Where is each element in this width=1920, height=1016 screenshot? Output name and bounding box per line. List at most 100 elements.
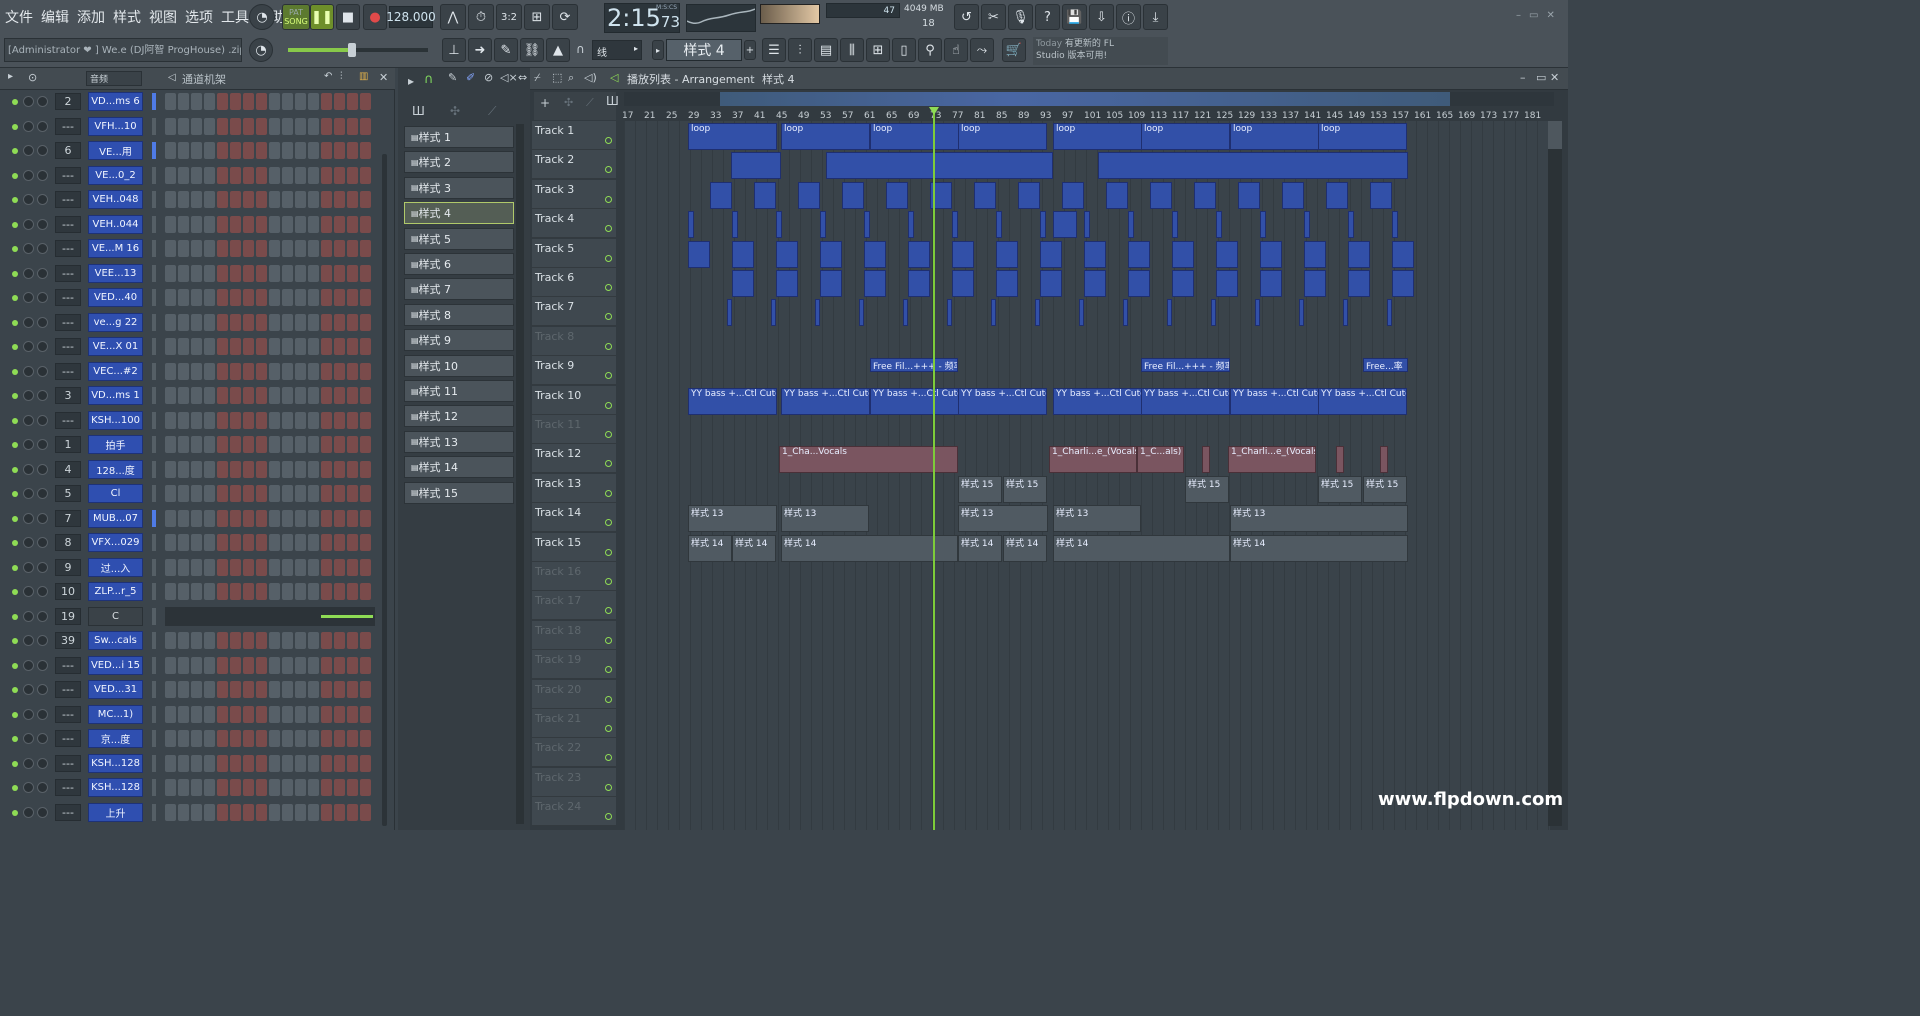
step-button[interactable] (334, 362, 345, 380)
step-button[interactable] (347, 730, 358, 747)
step-button[interactable] (204, 632, 215, 649)
step-button[interactable] (204, 411, 215, 429)
step-button[interactable] (256, 558, 267, 576)
step-button[interactable] (256, 730, 267, 747)
channel-led-icon[interactable] (12, 270, 18, 277)
audio-mode-icon[interactable]: ✣ (450, 104, 460, 118)
channel-led-icon[interactable] (12, 123, 18, 130)
step-button[interactable] (217, 754, 228, 772)
playlist-clip[interactable] (1392, 270, 1414, 297)
step-button[interactable] (269, 436, 280, 453)
step-button[interactable] (230, 191, 241, 208)
step-button[interactable] (191, 387, 202, 404)
playlist-clip[interactable] (908, 211, 914, 239)
step-button[interactable] (282, 558, 293, 576)
channel-name-button[interactable]: VEC...#2 (88, 361, 143, 381)
step-button[interactable] (230, 338, 241, 355)
stamp-button[interactable]: ▲ (546, 38, 570, 62)
step-button[interactable] (269, 583, 280, 600)
playlist-clip[interactable] (1040, 240, 1062, 268)
step-button[interactable] (243, 411, 254, 429)
step-button[interactable] (191, 485, 202, 502)
volume-knob[interactable] (37, 194, 48, 205)
channel-led-icon[interactable] (12, 172, 18, 179)
step-button[interactable] (243, 93, 254, 110)
step-button[interactable] (191, 289, 202, 306)
volume-knob[interactable] (37, 512, 48, 524)
step-button[interactable] (217, 215, 228, 233)
step-button[interactable] (308, 387, 319, 404)
step-button[interactable] (256, 681, 267, 698)
track-header[interactable]: Track 8 (532, 326, 616, 356)
channel-name-button[interactable]: VED...i 15 (88, 655, 143, 675)
undo-icon[interactable]: ↶ (324, 71, 332, 82)
step-button[interactable] (178, 730, 189, 747)
playlist-clip[interactable] (1255, 299, 1260, 327)
pan-knob[interactable] (23, 757, 34, 769)
step-button[interactable] (178, 362, 189, 380)
channel-mixer-track[interactable]: --- (55, 705, 81, 723)
step-button[interactable] (204, 754, 215, 772)
channel-name-button[interactable]: VED...40 (88, 288, 143, 307)
step-button[interactable] (334, 730, 345, 747)
step-button[interactable] (360, 583, 371, 600)
step-button[interactable] (217, 558, 228, 576)
channel-select-indicator[interactable] (152, 460, 156, 478)
pan-knob[interactable] (23, 365, 34, 377)
step-button[interactable] (230, 387, 241, 404)
link-button[interactable]: ⛓ (520, 38, 544, 62)
pattern-item[interactable]: ▤ 样式 12 (404, 405, 514, 428)
step-button[interactable] (217, 191, 228, 208)
volume-knob[interactable] (37, 488, 48, 499)
step-button[interactable] (204, 509, 215, 527)
master-slider[interactable] (288, 43, 428, 57)
channel-select-indicator[interactable] (152, 656, 156, 674)
channel-select-indicator[interactable] (152, 705, 156, 723)
record-audio-button[interactable]: 🎙 (1008, 4, 1033, 30)
step-button[interactable] (321, 142, 332, 159)
step-button[interactable] (178, 166, 189, 184)
close-icon[interactable]: ✕ (1546, 10, 1554, 21)
delete-icon[interactable]: ⊘ (484, 71, 493, 84)
step-button[interactable] (256, 705, 267, 723)
maximize-icon[interactable]: ▭ (1529, 10, 1538, 21)
step-button[interactable] (269, 681, 280, 698)
step-button[interactable] (295, 656, 306, 674)
pan-knob[interactable] (23, 512, 34, 524)
menu-edit[interactable]: 编辑 (40, 6, 70, 28)
channel-mixer-track[interactable]: 10 (55, 583, 81, 600)
playlist-clip[interactable] (820, 270, 842, 297)
step-button[interactable] (230, 583, 241, 600)
step-button[interactable] (347, 534, 358, 551)
channel-led-icon[interactable] (12, 393, 18, 399)
step-button[interactable] (347, 362, 358, 380)
playlist-clip[interactable] (771, 299, 776, 327)
step-button[interactable] (360, 681, 371, 698)
step-button[interactable] (178, 460, 189, 478)
step-button[interactable] (204, 656, 215, 674)
playback-icon[interactable]: ◁) (584, 71, 597, 84)
track-mute-led-icon[interactable] (605, 578, 612, 585)
channel-name-button[interactable]: MC...1) (88, 704, 143, 724)
volume-knob[interactable] (37, 292, 48, 303)
step-button[interactable] (334, 583, 345, 600)
playlist-clip[interactable]: loop (870, 123, 959, 150)
track-mute-led-icon[interactable] (605, 166, 612, 174)
playlist-clip[interactable] (1211, 299, 1216, 327)
step-button[interactable] (204, 803, 215, 821)
playlist-clip[interactable] (732, 211, 738, 239)
store-button[interactable]: 🛒 (1002, 38, 1026, 62)
step-button[interactable] (178, 264, 189, 282)
playlist-clip[interactable]: 样式 15 (1003, 475, 1047, 503)
step-button[interactable] (165, 289, 176, 306)
step-button[interactable] (256, 485, 267, 502)
playlist-clip[interactable]: YY bass +...Ctl Cutoff (958, 387, 1047, 415)
pattern-item[interactable]: ▤ 样式 1 (404, 126, 514, 148)
step-button[interactable] (321, 534, 332, 551)
step-button[interactable] (269, 264, 280, 282)
step-button[interactable] (217, 117, 228, 135)
step-button[interactable] (334, 754, 345, 772)
step-button[interactable] (360, 117, 371, 135)
step-button[interactable] (360, 411, 371, 429)
step-button[interactable] (217, 93, 228, 110)
